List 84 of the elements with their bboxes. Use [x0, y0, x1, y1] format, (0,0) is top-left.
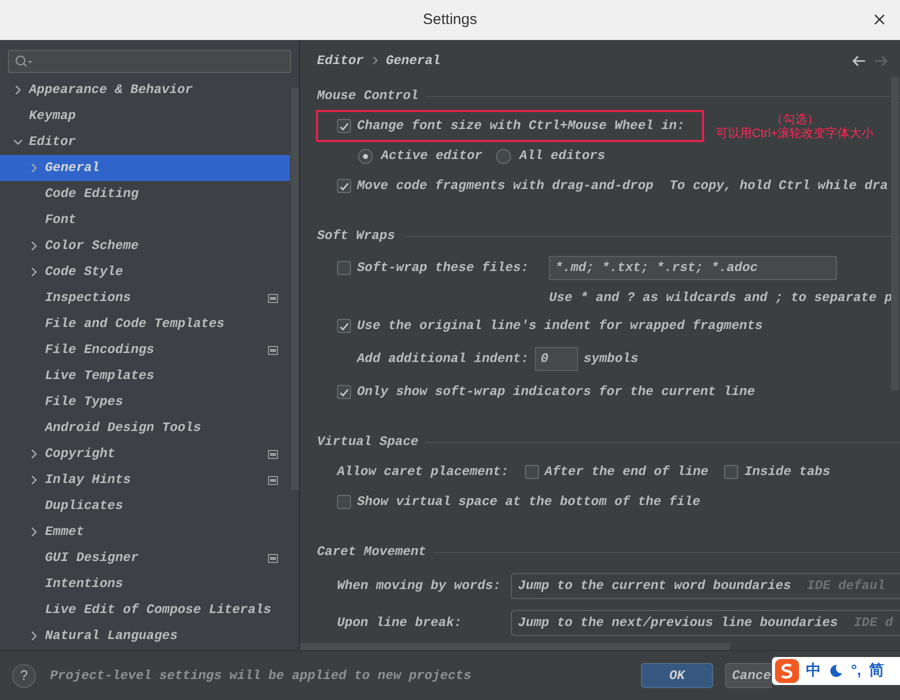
input-field[interactable]: *.md; *.txt; *.rst; *.adoc — [549, 256, 837, 280]
checkbox[interactable] — [337, 385, 351, 399]
tree-item[interactable]: GUI Designer — [0, 545, 290, 571]
checkbox-label: Move code fragments with drag-and-drop — [357, 177, 654, 196]
chevron-right-icon[interactable] — [29, 475, 39, 485]
chevron-right-icon[interactable] — [29, 527, 39, 537]
checkbox[interactable] — [337, 179, 351, 193]
tree-item[interactable]: Code Style — [0, 259, 290, 285]
chevron-right-icon[interactable] — [29, 241, 39, 251]
tree-item[interactable]: Appearance & Behavior — [0, 77, 290, 103]
hint-text: To copy, hold Ctrl while dra — [669, 177, 888, 196]
unit-label: symbols — [584, 350, 638, 368]
footer-note: Project-level settings will be applied to new projects — [50, 666, 472, 685]
chevron-right-icon[interactable] — [29, 449, 39, 459]
breadcrumb-item[interactable]: General — [386, 50, 440, 70]
checkbox-label: Use the original line's indent for wrapped fragments — [357, 317, 763, 336]
checkbox-label: After the end of line — [544, 463, 708, 482]
checkbox-label: Only show soft-wrap indicators for the current line — [357, 383, 755, 402]
scrollbar[interactable] — [291, 88, 299, 490]
scrollbar[interactable] — [300, 643, 730, 650]
tree-item[interactable]: Emmet — [0, 519, 290, 545]
tree-item[interactable]: Inlay Hints — [0, 467, 290, 493]
ime-toolbar-item[interactable]: 简 — [869, 660, 884, 682]
window-title: Settings — [422, 10, 478, 30]
field-label: Upon line break: — [337, 614, 463, 632]
checkbox[interactable] — [337, 260, 351, 274]
chevron-right-icon[interactable] — [29, 267, 39, 277]
checkbox[interactable] — [337, 319, 351, 333]
moon-icon[interactable] — [829, 664, 843, 678]
chevron-right-icon[interactable] — [29, 631, 39, 641]
radio-label: Active editor — [381, 147, 482, 166]
close-icon[interactable] — [874, 14, 885, 25]
tree-item[interactable]: File and Code Templates — [0, 311, 290, 337]
cancel-button[interactable]: Cance — [725, 663, 772, 688]
radio-button[interactable] — [358, 148, 373, 164]
checkbox[interactable] — [524, 465, 539, 479]
help-button[interactable]: ? — [12, 664, 36, 688]
radio-label: All editors — [519, 147, 606, 166]
tree-item[interactable]: Duplicates — [0, 493, 290, 519]
breadcrumb-item[interactable]: Editor — [317, 50, 364, 70]
tree-item[interactable]: Font — [0, 207, 290, 233]
tree-item[interactable]: Code Editing — [0, 181, 290, 207]
ok-button[interactable]: OK — [641, 663, 713, 688]
radio-button[interactable] — [496, 148, 512, 164]
field-label: Add additional indent: — [357, 350, 529, 368]
tree-item[interactable]: Inspections — [0, 285, 290, 311]
back-arrow-icon[interactable] — [852, 54, 866, 66]
checkbox-label: Change font size with Ctrl+Mouse Wheel in: — [357, 117, 685, 136]
checkbox-label: Inside tabs — [744, 463, 830, 482]
tree-item[interactable]: Intentions — [0, 571, 290, 597]
tree-item[interactable]: Android Design Tools — [0, 415, 290, 441]
chevron-right-icon[interactable] — [29, 163, 39, 173]
ime-toolbar-item[interactable]: °, — [851, 660, 862, 682]
field-label: Allow caret placement: — [337, 463, 509, 482]
chevron-down-icon[interactable] — [13, 137, 23, 147]
tree-item[interactable]: Editor — [0, 129, 290, 155]
ime-logo-icon[interactable] — [774, 658, 800, 684]
breadcrumb-separator-icon — [372, 56, 378, 65]
section-title: Caret Movement — [317, 543, 426, 562]
section-title: Soft Wraps — [317, 227, 396, 246]
field-label: When moving by words: — [337, 576, 502, 595]
checkbox[interactable] — [337, 495, 351, 509]
section-title: Mouse Control — [317, 87, 418, 106]
number-field[interactable]: 0 — [534, 347, 578, 371]
tree-item[interactable]: Natural Languages — [0, 623, 290, 649]
tree-item[interactable]: Live Templates — [0, 363, 290, 389]
tree-item[interactable]: File Encodings — [0, 337, 290, 363]
ime-toolbar-item[interactable]: 中 — [806, 660, 821, 682]
tree-item[interactable]: Color Scheme — [0, 233, 290, 259]
checkbox[interactable] — [724, 465, 738, 479]
annotation-text: 可以用Ctrl+滚轮改变字体大小 — [716, 126, 874, 140]
search-field[interactable] — [8, 50, 291, 73]
checkbox-label: Show virtual space at the bottom of the file — [357, 493, 700, 512]
checkbox[interactable] — [337, 119, 351, 133]
chevron-right-icon[interactable] — [13, 85, 23, 95]
tree-item[interactable]: File Types — [0, 389, 290, 415]
checkbox-label: Soft-wrap these files: — [357, 258, 530, 277]
search-icon — [15, 55, 33, 68]
annotation-text: （勾选） — [770, 112, 819, 126]
tree-item[interactable]: Copyright — [0, 441, 290, 467]
tree-item[interactable]: Keymap — [0, 103, 290, 129]
section-title: Virtual Space — [317, 433, 418, 452]
tree-item[interactable]: Live Edit of Compose Literals — [0, 597, 290, 623]
tree-item[interactable]: General — [0, 155, 290, 181]
